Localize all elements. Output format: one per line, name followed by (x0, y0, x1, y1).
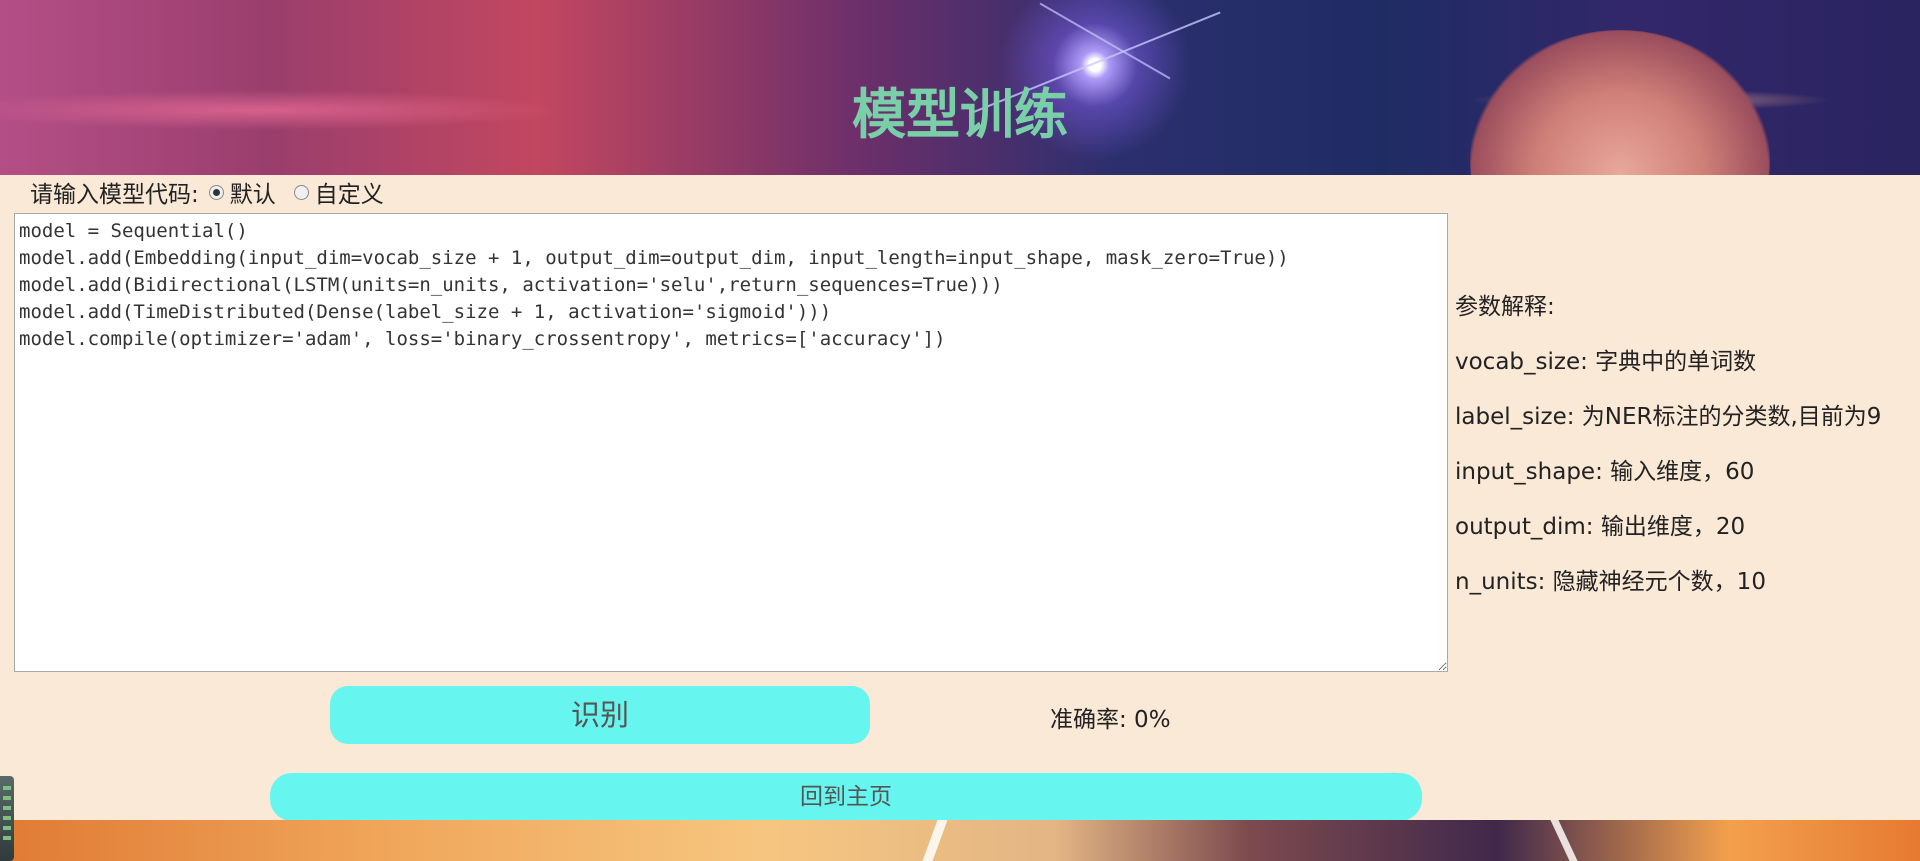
radio-default-label[interactable]: 默认 (230, 175, 276, 209)
widget-level-bar (3, 816, 11, 820)
mode-prompt-label: 请输入模型代码: (30, 182, 199, 208)
page-title: 模型训练 (852, 83, 1068, 146)
widget-level-bar (3, 796, 11, 800)
accuracy-text: 准确率: 0% (1050, 707, 1171, 733)
footer-light-streak (1550, 820, 1578, 861)
widget-level-bar (3, 836, 11, 840)
widget-level-bar (3, 786, 11, 790)
radio-default[interactable] (208, 184, 224, 200)
widget-level-bar (3, 826, 11, 830)
mode-selector: 请输入模型代码: 默认 自定义 (30, 175, 392, 209)
widget-level-bar (3, 806, 11, 810)
param-n-units: n_units: 隐藏神经元个数，10 (1455, 569, 1766, 595)
recognize-button[interactable]: 识别 (330, 686, 870, 744)
footer-light-streak (922, 820, 948, 861)
param-label-size: label_size: 为NER标注的分类数,目前为9 (1455, 404, 1882, 430)
param-explanation-panel: 参数解释: vocab_size: 字典中的单词数 label_size: 为N… (1455, 290, 1915, 620)
side-volume-widget[interactable] (0, 776, 14, 861)
param-input-shape: input_shape: 输入维度，60 (1455, 459, 1755, 485)
param-heading: 参数解释: (1455, 294, 1555, 320)
param-output-dim: output_dim: 输出维度，20 (1455, 514, 1746, 540)
radio-custom-label[interactable]: 自定义 (315, 175, 384, 209)
footer-banner-image (0, 820, 1920, 861)
radio-custom[interactable] (293, 184, 309, 200)
model-code-input[interactable] (14, 213, 1448, 672)
param-vocab-size: vocab_size: 字典中的单词数 (1455, 349, 1757, 375)
page: 模型训练 请输入模型代码: 默认 自定义 参数解释: vocab_size: 字… (0, 0, 1920, 861)
back-to-home-button[interactable]: 回到主页 (270, 773, 1422, 821)
